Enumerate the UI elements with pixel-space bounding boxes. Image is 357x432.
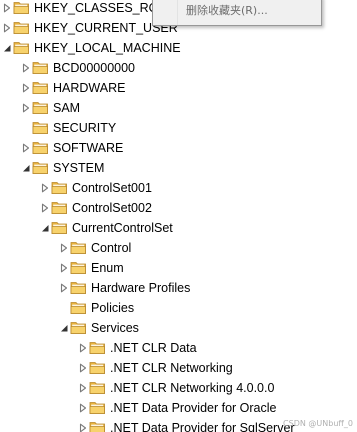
folder-icon <box>89 360 106 375</box>
tree-node-control[interactable]: Control <box>0 238 357 258</box>
collapsed-arrow-icon[interactable] <box>59 243 69 253</box>
registry-tree: HKEY_CLASSES_ROOT HKEY_CURRENT_USER HKEY_L… <box>0 0 357 432</box>
collapsed-arrow-icon[interactable] <box>78 363 88 373</box>
tree-node-controlset002[interactable]: ControlSet002 <box>0 198 357 218</box>
tree-node-label: .NET CLR Networking 4.0.0.0 <box>110 381 275 395</box>
tree-node-hardware[interactable]: HARDWARE <box>0 78 357 98</box>
folder-icon <box>70 300 87 315</box>
folder-icon <box>32 80 49 95</box>
expanded-arrow-icon[interactable] <box>2 43 12 53</box>
tree-node-label: .NET CLR Networking <box>110 361 233 375</box>
tree-node-label: SOFTWARE <box>53 141 124 155</box>
tree-node-enum[interactable]: Enum <box>0 258 357 278</box>
tree-node-label: BCD00000000 <box>53 61 136 75</box>
watermark-text: CSDN @UNbuff_0 <box>283 419 353 428</box>
folder-icon <box>89 380 106 395</box>
expanded-arrow-icon[interactable] <box>40 223 50 233</box>
tree-node-currentcontrolset[interactable]: CurrentControlSet <box>0 218 357 238</box>
collapsed-arrow-icon[interactable] <box>21 83 31 93</box>
folder-icon <box>51 200 68 215</box>
folder-icon <box>32 160 49 175</box>
tree-node-controlset001[interactable]: ControlSet001 <box>0 178 357 198</box>
collapsed-arrow-icon[interactable] <box>21 63 31 73</box>
tree-node-label: .NET Data Provider for Oracle <box>110 401 277 415</box>
folder-icon <box>32 140 49 155</box>
collapsed-arrow-icon[interactable] <box>21 143 31 153</box>
tree-node-label: SAM <box>53 101 81 115</box>
collapsed-arrow-icon[interactable] <box>21 103 31 113</box>
tree-node-hardware-profiles[interactable]: Hardware Profiles <box>0 278 357 298</box>
tree-node-net-data-provider-for-oracle[interactable]: .NET Data Provider for Oracle <box>0 398 357 418</box>
expanded-arrow-icon[interactable] <box>21 163 31 173</box>
tree-node-label: Policies <box>91 301 135 315</box>
collapsed-arrow-icon[interactable] <box>78 403 88 413</box>
tree-node-label: SYSTEM <box>53 161 105 175</box>
collapsed-arrow-icon[interactable] <box>78 383 88 393</box>
tree-node-label: ControlSet002 <box>72 201 152 215</box>
tree-node-label: .NET CLR Data <box>110 341 197 355</box>
collapsed-arrow-icon[interactable] <box>59 263 69 273</box>
tree-node-bcd00000000[interactable]: BCD00000000 <box>0 58 357 78</box>
tree-node-hkey-local-machine[interactable]: HKEY_LOCAL_MACHINE <box>0 38 357 58</box>
folder-icon <box>70 260 87 275</box>
tree-node-net-clr-networking-4-0-0-0[interactable]: .NET CLR Networking 4.0.0.0 <box>0 378 357 398</box>
folder-icon <box>51 220 68 235</box>
folder-icon <box>70 240 87 255</box>
tree-node-label: CurrentControlSet <box>72 221 173 235</box>
folder-icon <box>13 40 30 55</box>
context-menu: 删除收藏夹(R)... <box>152 0 322 26</box>
folder-icon <box>32 60 49 75</box>
tree-node-label: .NET Data Provider for SqlServer <box>110 421 295 432</box>
tree-node-label: HKEY_LOCAL_MACHINE <box>34 41 181 55</box>
folder-icon <box>89 340 106 355</box>
tree-node-software[interactable]: SOFTWARE <box>0 138 357 158</box>
expanded-arrow-icon[interactable] <box>59 323 69 333</box>
tree-node-security[interactable]: SECURITY <box>0 118 357 138</box>
tree-node-label: SECURITY <box>53 121 117 135</box>
folder-icon <box>70 320 87 335</box>
folder-icon <box>51 180 68 195</box>
folder-icon <box>89 400 106 415</box>
tree-node-label: HARDWARE <box>53 81 126 95</box>
folder-icon <box>13 0 30 15</box>
collapsed-arrow-icon[interactable] <box>2 3 12 13</box>
collapsed-arrow-icon[interactable] <box>40 183 50 193</box>
tree-node-sam[interactable]: SAM <box>0 98 357 118</box>
collapsed-arrow-icon[interactable] <box>2 23 12 33</box>
tree-node-label: ControlSet001 <box>72 181 152 195</box>
collapsed-arrow-icon[interactable] <box>40 203 50 213</box>
tree-node-services[interactable]: Services <box>0 318 357 338</box>
tree-node-label: Hardware Profiles <box>91 281 191 295</box>
tree-node-net-clr-data[interactable]: .NET CLR Data <box>0 338 357 358</box>
folder-icon <box>32 100 49 115</box>
tree-node-net-clr-networking[interactable]: .NET CLR Networking <box>0 358 357 378</box>
collapsed-arrow-icon[interactable] <box>78 423 88 432</box>
collapsed-arrow-icon[interactable] <box>78 343 88 353</box>
menu-gutter-divider <box>177 0 178 25</box>
tree-node-system[interactable]: SYSTEM <box>0 158 357 178</box>
tree-node-label: Services <box>91 321 139 335</box>
folder-icon <box>70 280 87 295</box>
folder-icon <box>13 20 30 35</box>
folder-icon <box>32 120 49 135</box>
tree-node-policies[interactable]: Policies <box>0 298 357 318</box>
collapsed-arrow-icon[interactable] <box>59 283 69 293</box>
tree-node-label: Control <box>91 241 132 255</box>
menu-item-remove-favorite: 删除收藏夹(R)... <box>186 4 268 17</box>
folder-icon <box>89 420 106 432</box>
tree-node-label: Enum <box>91 261 124 275</box>
